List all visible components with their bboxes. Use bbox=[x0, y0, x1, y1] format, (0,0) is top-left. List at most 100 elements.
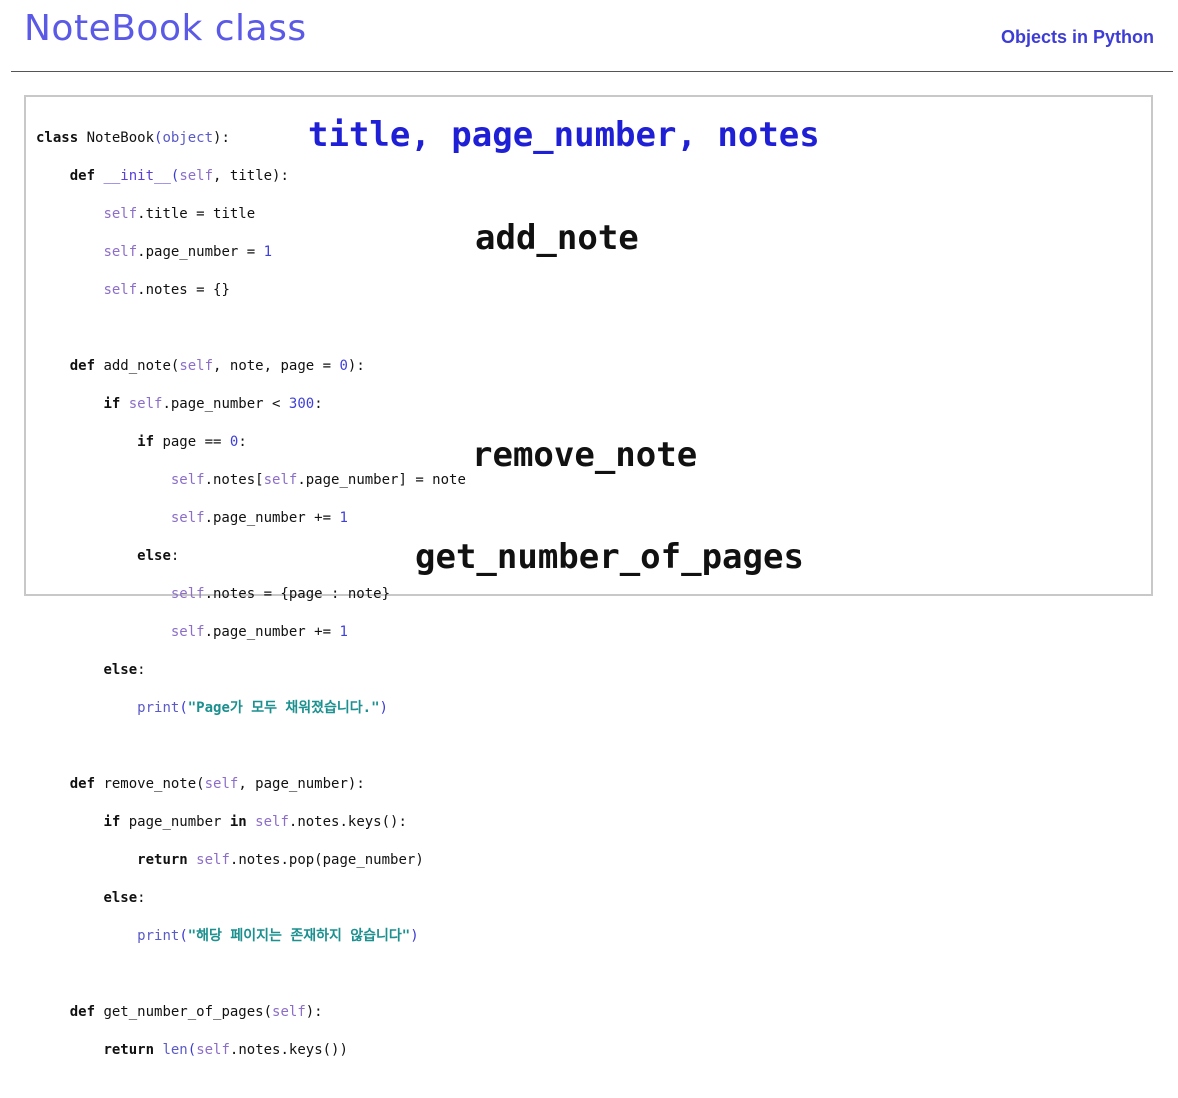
code-text: , note, page = bbox=[213, 358, 340, 374]
code-self: self bbox=[263, 472, 298, 488]
code-text: .page_number] = note bbox=[297, 472, 466, 488]
code-text: ): bbox=[347, 358, 365, 374]
code-line: def get_number_of_pages(self): bbox=[36, 1003, 466, 1022]
code-line: self.notes[self.page_number] = note bbox=[36, 471, 466, 490]
code-line: self.notes = {page : note} bbox=[36, 585, 466, 604]
code-self: self bbox=[170, 586, 205, 602]
code-line: else: bbox=[36, 889, 466, 908]
code-number: 1 bbox=[263, 244, 273, 260]
code-keyword: if bbox=[137, 434, 155, 450]
code-line: return len(self.notes.keys()) bbox=[36, 1041, 466, 1060]
code-number: 1 bbox=[339, 510, 348, 526]
code-text: : bbox=[137, 662, 146, 678]
callout-get-number-of-pages: get_number_of_pages bbox=[415, 537, 804, 577]
code-dunder: __init__ bbox=[103, 168, 171, 184]
code-string: "Page가 모두 채워졌습니다." bbox=[187, 700, 380, 716]
code-line: print("Page가 모두 채워졌습니다.") bbox=[36, 699, 466, 718]
code-line: def remove_note(self, page_number): bbox=[36, 775, 466, 794]
code-text: .notes = {} bbox=[137, 282, 230, 298]
callout-init-attributes: title, page_number, notes bbox=[308, 115, 820, 155]
code-keyword: if bbox=[103, 814, 121, 830]
code-text: : bbox=[238, 434, 247, 450]
callout-remove-note: remove_note bbox=[472, 435, 698, 475]
code-line: else: bbox=[36, 547, 466, 566]
code-box: class NoteBook ( object): def __init__ ( sel… bbox=[24, 95, 1153, 1058]
code-string: "해당 페이지는 존재하지 않습니다" bbox=[187, 928, 411, 944]
code-self: self bbox=[255, 814, 289, 830]
code-paren: ( bbox=[179, 700, 188, 716]
code-builtin: print bbox=[137, 928, 180, 944]
code-self: self bbox=[170, 510, 205, 526]
code-text: remove_note( bbox=[95, 776, 205, 792]
code-line: self.notes = {} bbox=[36, 281, 466, 300]
code-paren: ) bbox=[379, 700, 388, 716]
code-keyword: return bbox=[137, 852, 188, 868]
code-line: self.page_number = 1 bbox=[36, 243, 466, 262]
code-line: self.title = title bbox=[36, 205, 466, 224]
code-text: ): bbox=[213, 130, 230, 146]
code-keyword: class bbox=[36, 130, 79, 146]
code-line: print("해당 페이지는 존재하지 않습니다") bbox=[36, 927, 466, 946]
code-builtin: object bbox=[162, 130, 214, 146]
code-text: .notes.keys(): bbox=[288, 814, 407, 830]
code-text: .page_number += bbox=[204, 510, 340, 526]
header-divider bbox=[11, 71, 1173, 72]
code-builtin: len bbox=[162, 1042, 188, 1058]
code-text: .notes.keys()) bbox=[229, 1042, 348, 1058]
code-builtin: print bbox=[137, 700, 180, 716]
code-line: if page_number in self.notes.keys(): bbox=[36, 813, 466, 832]
code-keyword: return bbox=[103, 1042, 155, 1058]
code-keyword: in bbox=[229, 814, 247, 830]
code-keyword: if bbox=[103, 396, 121, 412]
section-label: Objects in Python bbox=[1000, 27, 1154, 47]
code-self: self bbox=[179, 168, 214, 184]
code-text: .page_number += bbox=[204, 624, 340, 640]
code-block: class NoteBook ( object): def __init__ ( sel… bbox=[36, 110, 466, 1098]
code-keyword: def bbox=[69, 168, 96, 184]
code-text: get_number_of_pages( bbox=[95, 1004, 273, 1020]
code-text: .page_number < bbox=[162, 396, 289, 412]
code-paren: ) bbox=[410, 928, 419, 944]
code-self: self bbox=[272, 1004, 306, 1020]
code-text: .title = title bbox=[137, 206, 256, 222]
code-self: self bbox=[103, 206, 138, 222]
code-self: self bbox=[128, 396, 163, 412]
code-number: 0 bbox=[339, 358, 348, 374]
callout-add-note: add_note bbox=[475, 218, 639, 258]
code-text: page == bbox=[154, 434, 230, 450]
code-text: : bbox=[314, 396, 323, 412]
code-text: .notes = {page : note} bbox=[204, 586, 391, 602]
page-title: NoteBook class bbox=[24, 8, 307, 49]
code-keyword: else bbox=[137, 548, 171, 564]
code-number: 300 bbox=[288, 396, 315, 412]
code-line: self.page_number += 1 bbox=[36, 623, 466, 642]
code-text: : bbox=[170, 548, 180, 564]
code-text: NoteBook bbox=[78, 130, 155, 146]
code-text: : bbox=[137, 890, 146, 906]
code-text: add_note( bbox=[95, 358, 180, 374]
code-keyword: else bbox=[103, 662, 138, 678]
code-line: else: bbox=[36, 661, 466, 680]
code-text: , page_number): bbox=[238, 776, 365, 792]
code-text: .page_number = bbox=[137, 244, 264, 260]
code-paren: ( bbox=[187, 1042, 197, 1058]
code-self: self bbox=[103, 282, 138, 298]
code-self: self bbox=[170, 624, 205, 640]
code-text: page_number bbox=[120, 814, 230, 830]
code-self: self bbox=[103, 244, 138, 260]
code-keyword: def bbox=[69, 776, 96, 792]
code-keyword: def bbox=[69, 358, 96, 374]
code-keyword: def bbox=[69, 1004, 96, 1020]
code-line: return self.notes.pop(page_number) bbox=[36, 851, 466, 870]
code-self: self bbox=[196, 852, 230, 868]
code-self: self bbox=[204, 776, 239, 792]
code-self: self bbox=[170, 472, 205, 488]
code-number: 1 bbox=[339, 624, 348, 640]
